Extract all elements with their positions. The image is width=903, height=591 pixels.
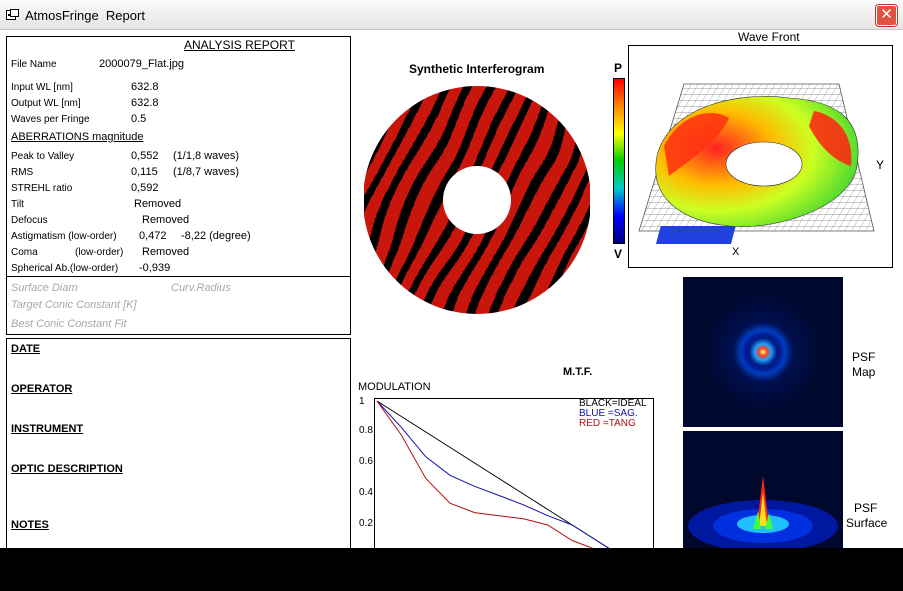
psf-surface-label-1: PSF bbox=[854, 501, 878, 515]
output-wl-label: Output WL [nm] bbox=[11, 98, 81, 109]
scale-bottom-label: V bbox=[614, 247, 623, 261]
curv-radius-label: Curv.Radius bbox=[171, 282, 231, 294]
input-wl-value: 632.8 bbox=[131, 81, 159, 93]
psf-map bbox=[683, 277, 843, 427]
astigmatism-value: 0,472 bbox=[139, 230, 167, 242]
mtf-ylabel: MODULATION bbox=[358, 381, 431, 393]
best-conic-label: Best Conic Constant Fit bbox=[11, 318, 127, 330]
defocus-value: Removed bbox=[142, 214, 190, 226]
psf-map-label-1: PSF bbox=[852, 350, 876, 364]
ytick-0.6: 0.6 bbox=[359, 456, 373, 467]
psf-surface-label-2: Surface bbox=[846, 516, 888, 530]
optic-description-label: OPTIC DESCRIPTION bbox=[11, 463, 123, 475]
coma-order: (low-order) bbox=[75, 247, 124, 258]
date-label: DATE bbox=[11, 343, 41, 355]
waves-per-fringe-value: 0.5 bbox=[131, 113, 147, 125]
title-bar[interactable]: AtmosFringe Report ✕ bbox=[0, 0, 903, 30]
astigmatism-degree: -8,22 (degree) bbox=[181, 230, 251, 242]
input-wl-label: Input WL [nm] bbox=[11, 82, 73, 93]
mtf-chart: BLACK=IDEAL BLUE =SAG. RED =TANG bbox=[374, 398, 654, 548]
close-icon: ✕ bbox=[880, 6, 893, 23]
coma-label: Coma bbox=[11, 247, 38, 258]
surface-diam-label: Surface Diam bbox=[11, 282, 78, 294]
ytick-1: 1 bbox=[359, 396, 365, 407]
psf-surface bbox=[683, 431, 843, 548]
ytick-0.4: 0.4 bbox=[359, 487, 373, 498]
close-button[interactable]: ✕ bbox=[876, 5, 897, 26]
spherical-label: Spherical Ab.(low-order) bbox=[11, 263, 119, 274]
app-icon bbox=[6, 9, 19, 20]
waves-per-fringe-label: Waves per Fringe bbox=[11, 114, 90, 125]
color-scale-bar bbox=[613, 78, 625, 244]
rms-value: 0,115 bbox=[131, 166, 158, 178]
meta-panel bbox=[6, 338, 351, 548]
wavefront-surface bbox=[638, 83, 875, 244]
strehl-value: 0,592 bbox=[131, 182, 159, 194]
aberrations-header: ABERRATIONS magnitude bbox=[11, 131, 144, 143]
astigmatism-label: Astigmatism (low-order) bbox=[11, 231, 117, 242]
coma-value: Removed bbox=[142, 246, 190, 258]
interferogram-title: Synthetic Interferogram bbox=[409, 62, 545, 76]
tilt-label: Tilt bbox=[11, 199, 24, 210]
wavefront-y-axis: Y bbox=[876, 158, 885, 172]
notes-label: NOTES bbox=[11, 519, 49, 531]
ptv-label: Peak to Valley bbox=[11, 151, 75, 162]
scale-top-label: P bbox=[614, 61, 623, 75]
file-name-label: File Name bbox=[11, 59, 57, 70]
operator-label: OPERATOR bbox=[11, 383, 73, 395]
mtf-title: M.T.F. bbox=[563, 366, 593, 378]
strehl-label: STREHL ratio bbox=[11, 183, 73, 194]
tilt-value: Removed bbox=[134, 198, 182, 210]
synthetic-interferogram bbox=[364, 86, 590, 314]
file-name-value: 2000079_Flat.jpg bbox=[99, 58, 185, 70]
wavefront-x-axis: X bbox=[732, 246, 740, 258]
defocus-label: Defocus bbox=[11, 215, 48, 226]
spherical-value: -0,939 bbox=[139, 262, 171, 274]
ytick-0.2: 0.2 bbox=[359, 518, 373, 529]
rms-label: RMS bbox=[11, 167, 34, 178]
target-conic-label: Target Conic Constant [K] bbox=[11, 299, 137, 311]
report-header: ANALYSIS REPORT bbox=[184, 38, 295, 52]
legend-tang: RED =TANG bbox=[579, 418, 636, 429]
report-window: AtmosFringe Report ✕ ANALYSIS REPORT Fil… bbox=[0, 0, 903, 548]
ptv-value: 0,552 bbox=[131, 150, 159, 162]
ytick-0.8: 0.8 bbox=[359, 425, 373, 436]
wavefront-title: Wave Front bbox=[738, 30, 800, 44]
window-title: AtmosFringe Report bbox=[25, 8, 145, 23]
rms-waves: (1/8,7 waves) bbox=[173, 166, 240, 178]
psf-map-label-2: Map bbox=[852, 365, 876, 379]
output-wl-value: 632.8 bbox=[131, 97, 159, 109]
instrument-label: INSTRUMENT bbox=[11, 423, 84, 435]
wavefront-panel: Y X bbox=[628, 45, 893, 268]
ptv-waves: (1/1,8 waves) bbox=[173, 150, 240, 162]
